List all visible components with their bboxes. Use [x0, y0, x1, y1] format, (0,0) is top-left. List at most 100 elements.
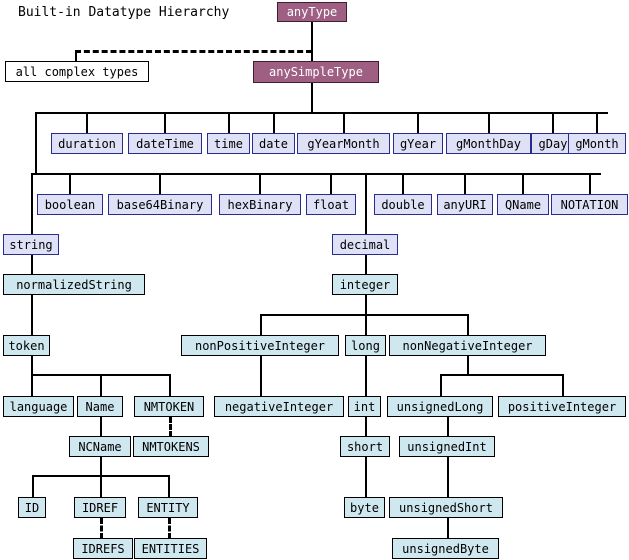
- node-ENTITY[interactable]: ENTITY: [138, 497, 198, 518]
- node-unsignedShort[interactable]: unsignedShort: [389, 497, 503, 518]
- connector-nonNegative-bus: [440, 374, 563, 376]
- node-label: anySimpleType: [269, 65, 363, 79]
- node-IDREFS[interactable]: IDREFS: [73, 538, 133, 559]
- node-label: time: [214, 136, 243, 151]
- node-gMonth[interactable]: gMonth: [568, 133, 626, 154]
- node-label: dateTime: [136, 136, 194, 151]
- node-label: gMonth: [575, 136, 619, 151]
- node-IDREF[interactable]: IDREF: [74, 497, 126, 518]
- node-label: short: [346, 439, 384, 454]
- node-label: ENTITIES: [141, 541, 200, 556]
- connector-anyType-to-anysimple: [311, 22, 313, 61]
- connector-bus-left-down: [35, 112, 37, 174]
- node-gMonthDay[interactable]: gMonthDay: [446, 133, 531, 154]
- node-NOTATION[interactable]: NOTATION: [551, 194, 628, 215]
- connector-drop-decimal: [365, 173, 367, 235]
- node-string[interactable]: string: [3, 234, 59, 255]
- node-anyType[interactable]: anyType: [277, 2, 347, 22]
- node-label: IDREF: [81, 500, 119, 515]
- node-language[interactable]: language: [3, 396, 74, 417]
- node-ENTITIES[interactable]: ENTITIES: [134, 538, 207, 559]
- connector-drop-gDay: [552, 112, 554, 133]
- node-label: unsignedByte: [402, 541, 489, 556]
- node-label: decimal: [339, 237, 391, 252]
- node-NMTOKEN[interactable]: NMTOKEN: [134, 396, 204, 417]
- node-date[interactable]: date: [252, 133, 295, 154]
- connector-drop-nonPositive: [260, 314, 262, 336]
- node-label: all complex types: [15, 64, 139, 79]
- connector-drop-nonNegative: [467, 314, 469, 336]
- connector-integer-stem: [365, 295, 367, 314]
- node-anySimpleType[interactable]: anySimpleType: [253, 61, 379, 83]
- node-base64Binary[interactable]: base64Binary: [108, 194, 212, 215]
- datatype-hierarchy-diagram: Built-in Datatype Hierarchy anyType all co…: [0, 0, 629, 560]
- connector-unsignedShort-to-unsignedByte: [447, 518, 449, 539]
- node-ID[interactable]: ID: [18, 497, 46, 518]
- node-byte[interactable]: byte: [344, 497, 385, 518]
- node-label: double: [381, 197, 425, 212]
- node-label: language: [9, 399, 68, 414]
- node-integer[interactable]: integer: [332, 274, 398, 295]
- node-label: anyURI: [443, 197, 487, 212]
- node-label: gYear: [399, 136, 437, 151]
- connector-drop-unsignedLong: [440, 374, 442, 397]
- node-gYearMonth[interactable]: gYearMonth: [297, 133, 390, 154]
- node-nonNegativeInteger[interactable]: nonNegativeInteger: [389, 335, 546, 356]
- node-label: ID: [24, 500, 40, 515]
- node-unsignedByte[interactable]: unsignedByte: [392, 538, 499, 559]
- node-nonPositiveInteger[interactable]: nonPositiveInteger: [181, 335, 339, 356]
- node-long[interactable]: long: [345, 335, 386, 356]
- connector-drop-gYearMonth: [343, 112, 345, 133]
- node-label: unsignedLong: [396, 399, 484, 414]
- node-double[interactable]: double: [374, 194, 432, 215]
- connector-primitive-bus: [31, 173, 601, 175]
- node-label: unsignedInt: [407, 439, 487, 454]
- node-allComplexTypes[interactable]: all complex types: [5, 61, 149, 82]
- connector-nonPositive-to-negative: [260, 356, 262, 397]
- diagram-title: Built-in Datatype Hierarchy: [18, 5, 230, 20]
- node-short[interactable]: short: [340, 436, 390, 457]
- node-label: Name: [85, 399, 115, 414]
- node-unsignedInt[interactable]: unsignedInt: [399, 436, 495, 457]
- node-int[interactable]: int: [348, 396, 381, 417]
- node-token[interactable]: token: [3, 335, 50, 356]
- node-hexBinary[interactable]: hexBinary: [219, 194, 301, 215]
- connector-drop-ID: [32, 475, 34, 498]
- connector-drop-string-trunk: [31, 173, 33, 235]
- connector-drop-duration: [86, 112, 88, 133]
- dashed-connector-IDREF-to-IDREFS: [100, 518, 103, 539]
- connector-int-to-short: [365, 417, 367, 437]
- connector-integer-bus: [260, 314, 467, 316]
- node-anyURI[interactable]: anyURI: [437, 194, 493, 215]
- connector-long-to-int: [365, 356, 367, 397]
- node-label: duration: [58, 136, 116, 151]
- node-unsignedLong[interactable]: unsignedLong: [387, 396, 493, 417]
- node-label: NCName: [78, 439, 122, 454]
- node-boolean[interactable]: boolean: [37, 194, 103, 215]
- connector-drop-language: [31, 374, 33, 397]
- connector-datetime-bus: [35, 112, 608, 114]
- node-NMTOKENS[interactable]: NMTOKENS: [133, 436, 209, 457]
- node-gYear[interactable]: gYear: [393, 133, 443, 154]
- node-dateTime[interactable]: dateTime: [128, 133, 202, 154]
- connector-Name-to-NCName: [100, 417, 102, 437]
- node-label: unsignedShort: [399, 500, 493, 515]
- node-float[interactable]: float: [306, 194, 356, 215]
- node-time[interactable]: time: [207, 133, 250, 154]
- node-QName[interactable]: QName: [497, 194, 549, 215]
- connector-drop-ENTITY: [168, 475, 170, 498]
- node-negativeInteger[interactable]: negativeInteger: [214, 396, 344, 417]
- connector-nonNegative-stem: [467, 356, 469, 375]
- connector-drop-NMTOKEN: [169, 374, 171, 397]
- node-NCName[interactable]: NCName: [69, 436, 131, 457]
- connector-drop-gYear: [417, 112, 419, 133]
- node-normalizedString[interactable]: normalizedString: [3, 274, 145, 295]
- node-decimal[interactable]: decimal: [332, 234, 398, 255]
- connector-drop-Name: [100, 374, 102, 397]
- node-Name[interactable]: Name: [77, 396, 123, 417]
- connector-token-stem: [31, 356, 33, 375]
- connector-drop-anyURI: [464, 173, 466, 194]
- connector-drop-positiveInteger: [562, 374, 564, 397]
- node-positiveInteger[interactable]: positiveInteger: [498, 396, 626, 417]
- node-duration[interactable]: duration: [51, 133, 123, 154]
